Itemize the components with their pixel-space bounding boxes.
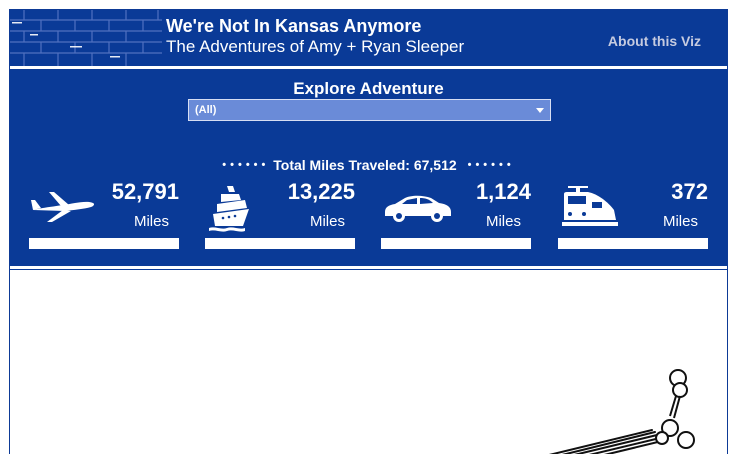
adventure-dropdown[interactable]: (All)	[188, 99, 551, 121]
stat-cruise-ship: 13,225 Miles	[205, 176, 355, 249]
total-miles-text: Total Miles Traveled: 67,512	[273, 157, 457, 173]
dashboard-subtitle: The Adventures of Amy + Ryan Sleeper	[166, 37, 465, 56]
airplane-icon	[29, 176, 101, 236]
stat-bar	[381, 238, 531, 249]
dashboard: We're Not In Kansas Anymore The Adventur…	[9, 9, 728, 454]
dots-decoration-right: ••••••	[460, 159, 515, 171]
stat-value: 1,124	[475, 179, 531, 204]
car-icon	[381, 176, 453, 236]
brick-wall-graphic	[10, 10, 162, 66]
stat-value: 372	[671, 179, 708, 204]
travel-map[interactable]	[10, 270, 727, 454]
dashboard-title: We're Not In Kansas Anymore	[166, 16, 422, 36]
chevron-down-icon	[536, 108, 544, 113]
stat-train: 372 Miles	[558, 176, 708, 249]
stat-bar	[29, 238, 179, 249]
summary-panel: Explore Adventure (All) •••••• Total Mil…	[10, 70, 727, 266]
total-miles-row: •••••• Total Miles Traveled: 67,512 ••••…	[10, 156, 727, 174]
dots-decoration-left: ••••••	[222, 159, 270, 171]
filter-label: Explore Adventure	[293, 79, 444, 98]
stat-unit: Miles	[309, 213, 345, 230]
dropdown-selected-value: (All)	[195, 104, 217, 116]
stat-bar	[558, 238, 708, 249]
stat-unit: Miles	[662, 213, 698, 230]
stat-value: 13,225	[287, 179, 355, 204]
cruise-ship-icon	[205, 176, 277, 236]
route-lines-graphic	[548, 369, 695, 454]
stat-value: 52,791	[111, 179, 179, 204]
stat-unit: Miles	[485, 213, 521, 230]
stat-bar	[205, 238, 355, 249]
stat-airplane: 52,791 Miles	[29, 176, 179, 249]
header-banner: We're Not In Kansas Anymore The Adventur…	[10, 10, 727, 66]
about-viz-link[interactable]: About this Viz	[608, 32, 701, 50]
stat-unit: Miles	[133, 213, 169, 230]
stat-car: 1,124 Miles	[381, 176, 531, 249]
train-icon	[558, 176, 630, 236]
